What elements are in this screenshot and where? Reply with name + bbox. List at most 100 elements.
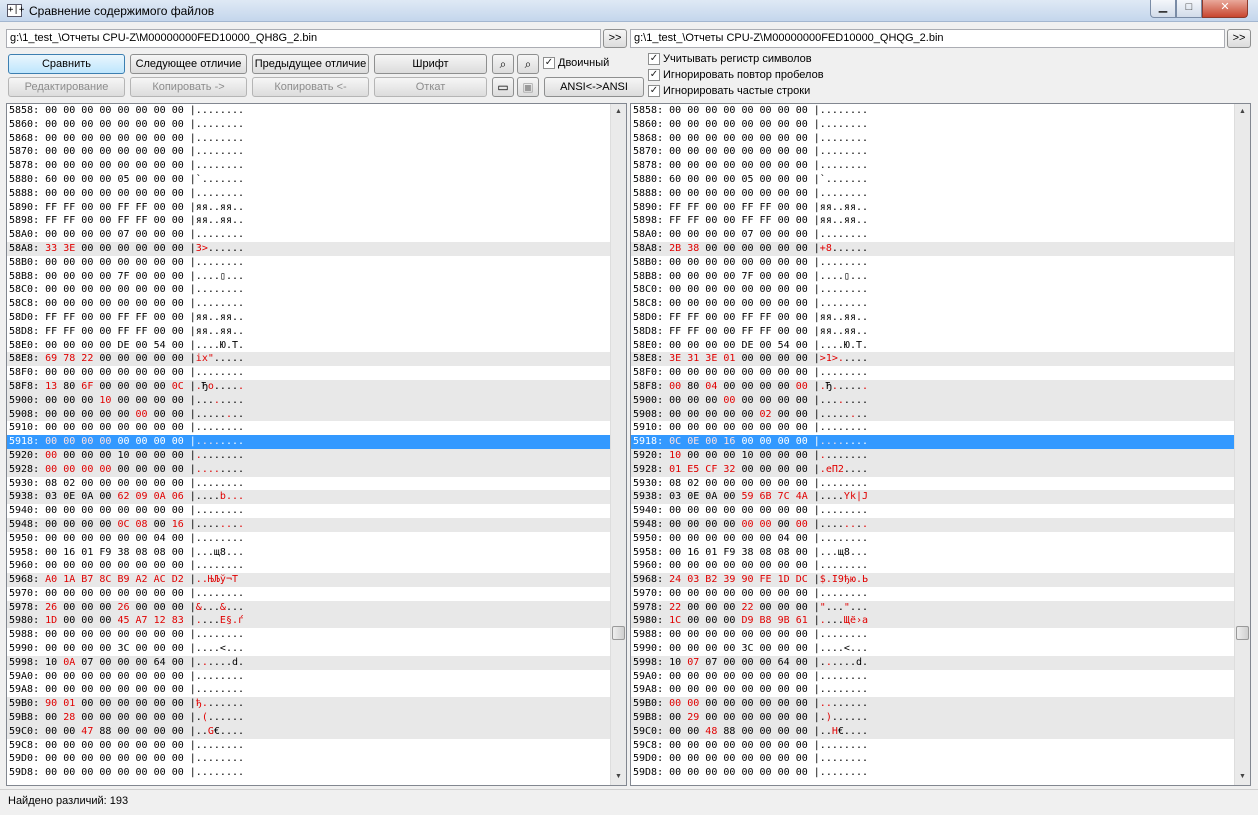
copy-right-button[interactable]: Копировать -> <box>130 77 247 97</box>
hex-row[interactable]: 5938: 03 0E 0A 00 62 09 0A 06 |....b... <box>7 490 611 505</box>
ansi-button[interactable]: ANSI<->ANSI <box>544 77 644 97</box>
hex-row[interactable]: 59D8: 00 00 00 00 00 00 00 00 |........ <box>7 766 611 780</box>
hex-row[interactable]: 5868: 00 00 00 00 00 00 00 00 |........ <box>631 132 1235 146</box>
hex-row[interactable]: 5938: 03 0E 0A 00 59 6B 7C 4A |....Yk|J <box>631 490 1235 505</box>
hex-row[interactable]: 59C8: 00 00 00 00 00 00 00 00 |........ <box>7 739 611 753</box>
hex-row[interactable]: 5930: 08 02 00 00 00 00 00 00 |........ <box>631 477 1235 491</box>
hex-row[interactable]: 59D8: 00 00 00 00 00 00 00 00 |........ <box>631 766 1235 780</box>
hex-row[interactable]: 5948: 00 00 00 00 0C 08 00 16 |........ <box>7 517 611 532</box>
hex-row[interactable]: 5970: 00 00 00 00 00 00 00 00 |........ <box>631 587 1235 601</box>
hex-row[interactable]: 59A0: 00 00 00 00 00 00 00 00 |........ <box>7 670 611 684</box>
right-file-path-input[interactable]: g:\1_test_\Отчеты CPU-Z\M00000000FED1000… <box>630 29 1225 48</box>
hex-row[interactable]: 58E0: 00 00 00 00 DE 00 54 00 |....Ю.T. <box>631 339 1235 353</box>
hex-row[interactable]: 5910: 00 00 00 00 00 00 00 00 |........ <box>631 421 1235 435</box>
scroll-up-icon[interactable]: ▲ <box>1235 104 1250 120</box>
rollback-button[interactable]: Откат <box>374 77 487 97</box>
right-browse-button[interactable]: >> <box>1227 29 1251 48</box>
edit-button[interactable]: Редактирование <box>8 77 125 97</box>
hex-row[interactable]: 5928: 00 00 00 00 00 00 00 00 |........ <box>7 462 611 477</box>
hex-row[interactable]: 5878: 00 00 00 00 00 00 00 00 |........ <box>7 159 611 173</box>
hex-row[interactable]: 58E0: 00 00 00 00 DE 00 54 00 |....Ю.T. <box>7 339 611 353</box>
copy-left-button[interactable]: Копировать <- <box>252 77 369 97</box>
hex-row[interactable]: 5920: 00 00 00 00 10 00 00 00 |........ <box>7 448 611 463</box>
hex-row[interactable]: 5858: 00 00 00 00 00 00 00 00 |........ <box>7 104 611 118</box>
hex-row[interactable]: 58B8: 00 00 00 00 7F 00 00 00 |....▯... <box>631 270 1235 284</box>
hex-row[interactable]: 58D8: FF FF 00 00 FF FF 00 00 |яя..яя.. <box>7 325 611 339</box>
hex-row[interactable]: 5908: 00 00 00 00 00 00 00 00 |........ <box>7 407 611 422</box>
hex-row[interactable]: 58C0: 00 00 00 00 00 00 00 00 |........ <box>7 283 611 297</box>
hex-row[interactable]: 58F0: 00 00 00 00 00 00 00 00 |........ <box>7 366 611 380</box>
hex-row[interactable]: 5888: 00 00 00 00 00 00 00 00 |........ <box>631 187 1235 201</box>
left-browse-button[interactable]: >> <box>603 29 627 48</box>
hex-row[interactable]: 59B8: 00 29 00 00 00 00 00 00 |.)...... <box>631 711 1235 725</box>
hex-row[interactable]: 5898: FF FF 00 00 FF FF 00 00 |яя..яя.. <box>7 214 611 228</box>
hex-row[interactable]: 58E8: 69 78 22 00 00 00 00 00 |ix"..... <box>7 352 611 367</box>
hex-row[interactable]: 58A8: 33 3E 00 00 00 00 00 00 |3>...... <box>7 241 611 256</box>
hex-row[interactable]: 59D0: 00 00 00 00 00 00 00 00 |........ <box>631 752 1235 766</box>
hex-row[interactable]: 59A0: 00 00 00 00 00 00 00 00 |........ <box>631 670 1235 684</box>
hex-row[interactable]: 5928: 01 E5 CF 32 00 00 00 00 |.еП2.... <box>631 462 1235 477</box>
hex-row[interactable]: 58A8: 2B 38 00 00 00 00 00 00 |+8...... <box>631 241 1235 256</box>
hex-row[interactable]: 5898: FF FF 00 00 FF FF 00 00 |яя..яя.. <box>631 214 1235 228</box>
hex-row[interactable]: 58C8: 00 00 00 00 00 00 00 00 |........ <box>7 297 611 311</box>
hex-row[interactable]: 5860: 00 00 00 00 00 00 00 00 |........ <box>7 118 611 132</box>
hex-row[interactable]: 5940: 00 00 00 00 00 00 00 00 |........ <box>631 504 1235 518</box>
hex-row[interactable]: 58A0: 00 00 00 00 07 00 00 00 |........ <box>631 228 1235 242</box>
hex-row[interactable]: 5890: FF FF 00 00 FF FF 00 00 |яя..яя.. <box>7 201 611 215</box>
binoculars-icon[interactable]: ⌕ <box>492 54 514 74</box>
hex-row[interactable]: 5878: 00 00 00 00 00 00 00 00 |........ <box>631 159 1235 173</box>
hex-row[interactable]: 58D8: FF FF 00 00 FF FF 00 00 |яя..яя.. <box>631 325 1235 339</box>
hex-row[interactable]: 59C8: 00 00 00 00 00 00 00 00 |........ <box>631 739 1235 753</box>
hex-row[interactable]: 5868: 00 00 00 00 00 00 00 00 |........ <box>7 132 611 146</box>
hex-row[interactable]: 5940: 00 00 00 00 00 00 00 00 |........ <box>7 504 611 518</box>
hex-row[interactable]: 59D0: 00 00 00 00 00 00 00 00 |........ <box>7 752 611 766</box>
hex-row[interactable]: 5960: 00 00 00 00 00 00 00 00 |........ <box>631 559 1235 573</box>
hex-row[interactable]: 58D0: FF FF 00 00 FF FF 00 00 |яя..яя.. <box>7 311 611 325</box>
hex-row[interactable]: 58C8: 00 00 00 00 00 00 00 00 |........ <box>631 297 1235 311</box>
hex-row[interactable]: 5958: 00 16 01 F9 38 08 08 00 |...щ8... <box>7 546 611 560</box>
font-button[interactable]: Шрифт <box>374 54 487 74</box>
scroll-down-icon[interactable]: ▼ <box>611 769 626 785</box>
binoculars-next-icon[interactable]: ⌕ <box>517 54 539 74</box>
hex-row[interactable]: 5860: 00 00 00 00 00 00 00 00 |........ <box>631 118 1235 132</box>
hex-row[interactable]: 5870: 00 00 00 00 00 00 00 00 |........ <box>7 145 611 159</box>
next-diff-button[interactable]: Следующее отличие <box>130 54 247 74</box>
hex-row[interactable]: 58B0: 00 00 00 00 00 00 00 00 |........ <box>631 256 1235 270</box>
hex-row[interactable]: 5958: 00 16 01 F9 38 08 08 00 |...щ8... <box>631 546 1235 560</box>
right-scrollbar[interactable]: ▲ ▼ <box>1234 104 1250 785</box>
hex-row[interactable]: 59C0: 00 00 48 88 00 00 00 00 |..H€.... <box>631 724 1235 739</box>
hex-row[interactable]: 59B0: 90 01 00 00 00 00 00 00 |ђ....... <box>7 697 611 712</box>
hex-row[interactable]: 59A8: 00 00 00 00 00 00 00 00 |........ <box>7 683 611 697</box>
window-icon[interactable]: ▭ <box>492 77 514 97</box>
hex-row[interactable]: 5998: 10 07 07 00 00 00 64 00 |......d. <box>631 655 1235 670</box>
hex-row[interactable]: 58C0: 00 00 00 00 00 00 00 00 |........ <box>631 283 1235 297</box>
hex-row[interactable]: 5968: 24 03 B2 39 90 FE 1D DC |$.І9ђю.Ь <box>631 573 1235 587</box>
left-hex-pane[interactable]: 5858: 00 00 00 00 00 00 00 00 |........ 5… <box>6 103 627 786</box>
hex-row[interactable]: 5990: 00 00 00 00 3C 00 00 00 |....<... <box>7 642 611 656</box>
hex-row[interactable]: 58F8: 13 80 6F 00 00 00 00 0C |.Ђo..... <box>7 379 611 394</box>
hex-row[interactable]: 5978: 26 00 00 00 26 00 00 00 |&...&... <box>7 600 611 615</box>
left-scrollbar[interactable]: ▲ ▼ <box>610 104 626 785</box>
hex-row[interactable]: 59B0: 00 00 00 00 00 00 00 00 |........ <box>631 697 1235 712</box>
hex-row[interactable]: 5990: 00 00 00 00 3C 00 00 00 |....<... <box>631 642 1235 656</box>
spaces-checkbox[interactable]: ✓ Игнорировать повтор пробелов <box>648 69 824 83</box>
hex-row[interactable]: 5858: 00 00 00 00 00 00 00 00 |........ <box>631 104 1235 118</box>
hex-row[interactable]: 5968: A0 1A B7 8C B9 A2 AC D2 |..ЊЉў¬Т <box>7 573 611 587</box>
hex-row[interactable]: 5870: 00 00 00 00 00 00 00 00 |........ <box>631 145 1235 159</box>
hex-row[interactable]: 59C0: 00 00 47 88 00 00 00 00 |..G€.... <box>7 724 611 739</box>
hex-row[interactable]: 5900: 00 00 00 00 00 00 00 00 |........ <box>631 393 1235 408</box>
hex-row[interactable]: 5978: 22 00 00 00 22 00 00 00 |"..."... <box>631 600 1235 615</box>
hex-row[interactable]: 5950: 00 00 00 00 00 00 04 00 |........ <box>631 532 1235 546</box>
compare-button[interactable]: Сравнить <box>8 54 125 74</box>
hex-row[interactable]: 5948: 00 00 00 00 00 00 00 00 |........ <box>631 517 1235 532</box>
hex-row[interactable]: 58F0: 00 00 00 00 00 00 00 00 |........ <box>631 366 1235 380</box>
scroll-down-icon[interactable]: ▼ <box>1235 769 1250 785</box>
left-file-path-input[interactable]: g:\1_test_\Отчеты CPU-Z\M00000000FED1000… <box>6 29 601 48</box>
scroll-thumb[interactable] <box>1236 626 1249 640</box>
frequent-checkbox[interactable]: ✓ Игнорировать частые строки <box>648 85 810 99</box>
hex-row[interactable]: 5918: 00 00 00 00 00 00 00 00 |........ <box>7 435 611 449</box>
hex-row[interactable]: 5960: 00 00 00 00 00 00 00 00 |........ <box>7 559 611 573</box>
scroll-thumb[interactable] <box>612 626 625 640</box>
hex-row[interactable]: 5880: 60 00 00 00 05 00 00 00 |`....... <box>7 173 611 187</box>
hex-row[interactable]: 5910: 00 00 00 00 00 00 00 00 |........ <box>7 421 611 435</box>
